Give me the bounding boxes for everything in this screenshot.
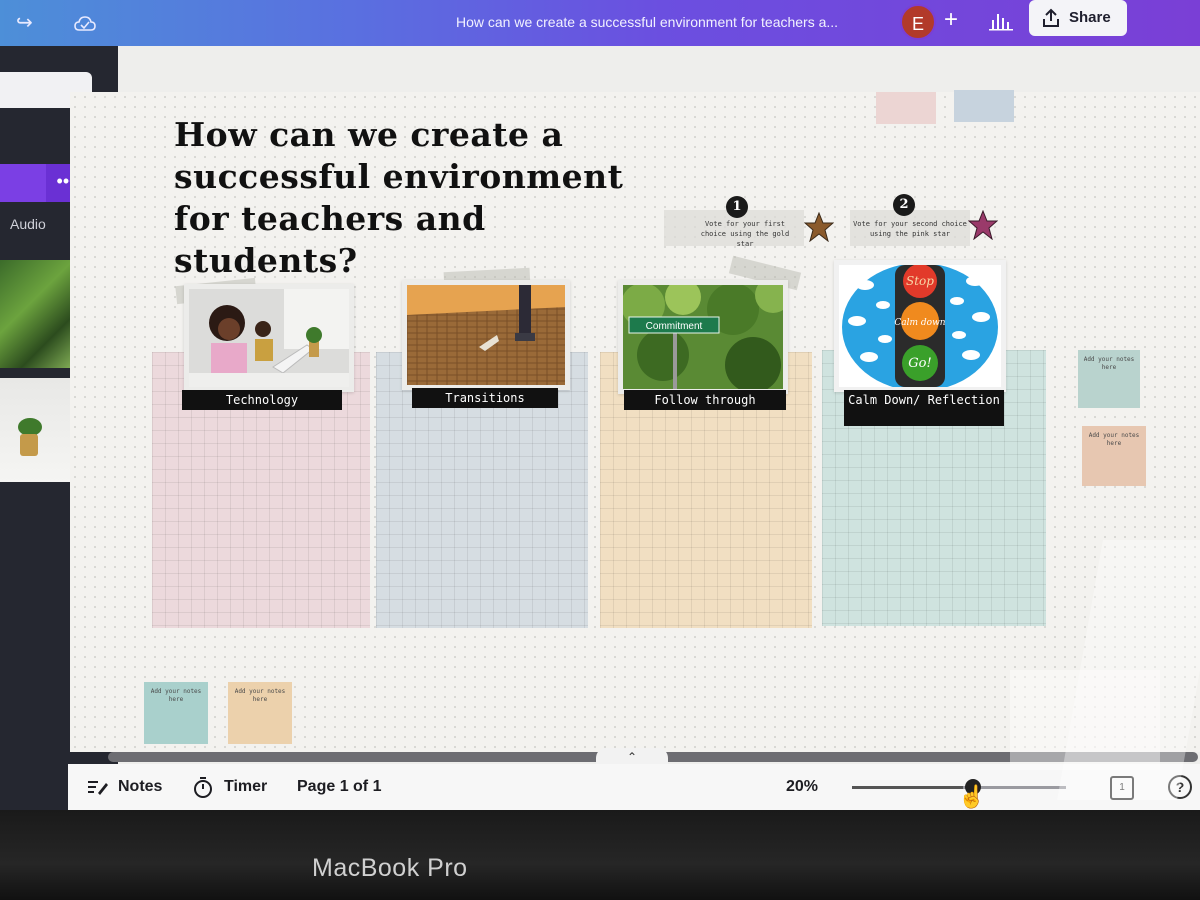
timer-button[interactable]: Timer xyxy=(224,778,267,796)
traffic-calm-text: Calm down xyxy=(894,318,945,328)
help-icon[interactable]: ? xyxy=(1168,775,1192,799)
insights-icon[interactable] xyxy=(988,10,1014,32)
column-label-transitions: Transitions xyxy=(412,388,558,408)
zoom-slider-fill xyxy=(852,786,964,789)
timer-icon xyxy=(194,777,212,798)
plus-icon[interactable]: + xyxy=(944,6,958,34)
notes-button[interactable]: Notes xyxy=(118,778,162,796)
pointer-hand-icon: ☝ xyxy=(958,784,986,809)
technology-photo[interactable] xyxy=(184,284,354,392)
zoom-level[interactable]: 20% xyxy=(786,778,818,796)
sticky-note[interactable]: Add your notes here xyxy=(144,682,208,744)
traffic-go-text: Go! xyxy=(908,356,931,371)
screen: ↪ How can we create a successful environ… xyxy=(0,0,1200,840)
avatar[interactable]: E xyxy=(900,4,936,40)
vote-second-number: 2 xyxy=(893,194,915,216)
page-indicator: Page 1 of 1 xyxy=(297,778,382,795)
top-bar: ↪ How can we create a successful environ… xyxy=(0,0,1200,46)
sticky-note[interactable]: Add your notes here xyxy=(1078,350,1140,408)
notes-icon xyxy=(88,781,108,795)
sticky-note-text: Add your notes here xyxy=(150,688,202,703)
star-icon[interactable] xyxy=(968,210,998,240)
sticky-note-text: Add your notes here xyxy=(1083,356,1135,371)
street-sign-text: Commitment xyxy=(646,321,703,332)
vote-second-text: Vote for your second choice using the pi… xyxy=(853,220,967,238)
street-sign-illustration: Commitment xyxy=(621,277,791,393)
board-title: How can we create a successful environme… xyxy=(174,115,624,280)
kids-laptop-illustration xyxy=(189,289,349,387)
sticky-note[interactable]: Add your notes here xyxy=(228,682,292,744)
plant-vase xyxy=(20,434,38,456)
calm-down-photo[interactable]: Stop Calm down Go! xyxy=(834,260,1006,392)
walkway-illustration xyxy=(407,285,565,385)
laptop-bezel xyxy=(0,810,1200,900)
column-label-calm-down: Calm Down/ Reflection xyxy=(844,390,1004,426)
follow-through-photo[interactable]: Commitment xyxy=(618,277,791,394)
sticky-note[interactable]: Add your notes here xyxy=(1082,426,1146,486)
share-button[interactable]: Share xyxy=(1029,0,1127,36)
column-label-technology: Technology xyxy=(182,390,342,410)
undo-icon[interactable]: ↪ xyxy=(16,12,33,34)
forest-thumbnail[interactable] xyxy=(0,260,76,368)
cloud-icon[interactable] xyxy=(74,16,96,32)
star-icon[interactable] xyxy=(804,212,834,242)
plant-thumbnail[interactable] xyxy=(0,378,70,482)
audio-tab[interactable]: Audio xyxy=(10,216,46,232)
vote-first-text: Vote for your first choice using the gol… xyxy=(700,220,790,248)
vote-second-banner: Vote for your second choice using the pi… xyxy=(850,210,970,246)
blue-swatch xyxy=(954,90,1014,122)
share-icon xyxy=(1043,8,1059,27)
vote-first-number: 1 xyxy=(726,196,748,218)
share-label: Share xyxy=(1069,9,1111,26)
transitions-photo[interactable] xyxy=(402,280,570,390)
traffic-light-illustration: Stop Calm down Go! xyxy=(839,263,1001,391)
column-label-follow-through: Follow through xyxy=(624,390,786,410)
sticky-note-text: Add your notes here xyxy=(1088,432,1140,447)
sticky-note-text: Add your notes here xyxy=(234,688,286,703)
device-label: MacBook Pro xyxy=(312,854,468,882)
pages-icon[interactable]: 1 xyxy=(1110,776,1134,800)
document-title[interactable]: How can we create a successful environme… xyxy=(456,14,876,30)
traffic-stop-text: Stop xyxy=(906,274,934,288)
pink-swatch xyxy=(876,92,936,124)
